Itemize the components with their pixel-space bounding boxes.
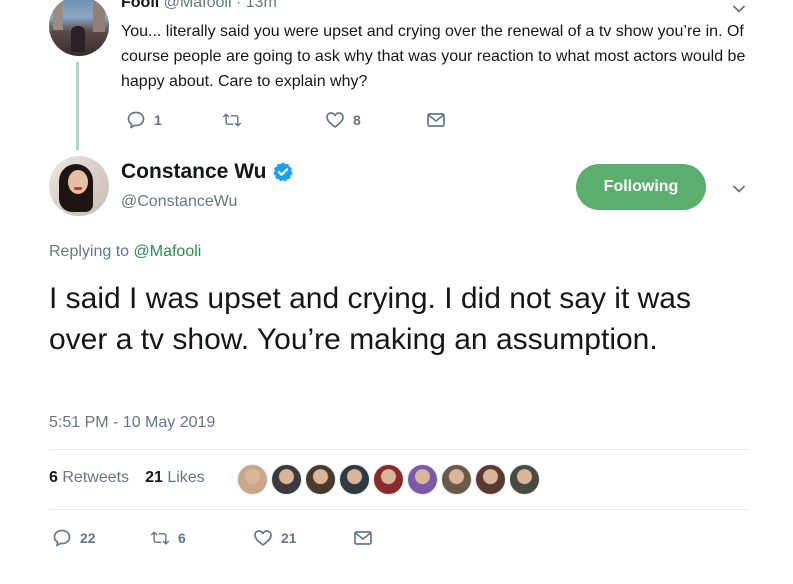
parent-reply-count: 1 bbox=[154, 112, 162, 128]
tweet-text: I said I was upset and crying. I did not… bbox=[49, 282, 691, 356]
liker-avatars bbox=[237, 464, 540, 495]
liker-avatar-3[interactable] bbox=[305, 464, 336, 495]
retweets-stat-label: Retweets bbox=[62, 469, 130, 486]
chevron-down-icon[interactable] bbox=[732, 182, 746, 196]
dm-button[interactable] bbox=[353, 528, 373, 548]
chevron-down-icon[interactable] bbox=[732, 2, 746, 16]
retweet-count: 6 bbox=[178, 530, 186, 546]
liker-avatar-2[interactable] bbox=[271, 464, 302, 495]
liker-avatar-9[interactable] bbox=[509, 464, 540, 495]
tweet-timestamp[interactable]: 5:51 PM - 10 May 2019 bbox=[49, 414, 215, 432]
like-count: 21 bbox=[281, 530, 297, 546]
liker-avatar-4[interactable] bbox=[339, 464, 370, 495]
liker-avatar-1[interactable] bbox=[237, 464, 268, 495]
likes-stat-count: 21 bbox=[145, 469, 163, 486]
retweet-icon bbox=[150, 531, 170, 545]
verified-badge-icon bbox=[273, 162, 294, 182]
parent-like-button[interactable]: 8 bbox=[325, 110, 361, 130]
retweet-button[interactable]: 6 bbox=[150, 528, 186, 548]
retweets-stat[interactable]: 6 Retweets bbox=[49, 469, 129, 487]
parent-avatar[interactable] bbox=[49, 0, 109, 56]
author-avatar[interactable] bbox=[49, 156, 109, 216]
thread-line bbox=[76, 62, 79, 150]
likes-stat[interactable]: 21 Likes bbox=[145, 469, 205, 487]
likes-stat-label: Likes bbox=[167, 469, 205, 486]
reply-button[interactable]: 22 bbox=[52, 528, 96, 548]
tweet-stats: 6 Retweets 21 Likes bbox=[49, 469, 205, 487]
envelope-icon bbox=[427, 113, 445, 127]
parent-author[interactable]: Fooli @Mafooli · 13m bbox=[121, 0, 277, 12]
author-name[interactable]: Constance Wu bbox=[121, 160, 266, 184]
divider bbox=[49, 509, 749, 510]
liker-avatar-8[interactable] bbox=[475, 464, 506, 495]
replying-to-handle-link[interactable]: @Mafooli bbox=[134, 243, 202, 260]
author-handle[interactable]: @ConstanceWu bbox=[121, 193, 237, 211]
liker-avatar-7[interactable] bbox=[441, 464, 472, 495]
divider bbox=[49, 449, 749, 450]
parent-time[interactable]: · 13m bbox=[236, 0, 277, 11]
heart-icon bbox=[254, 530, 272, 546]
parent-tweet-text: You... literally said you were upset and… bbox=[121, 23, 746, 90]
reply-count: 22 bbox=[80, 530, 96, 546]
replying-to: Replying to @Mafooli bbox=[49, 243, 201, 261]
like-button[interactable]: 21 bbox=[253, 528, 297, 548]
retweet-icon bbox=[222, 113, 242, 127]
parent-retweet-button[interactable] bbox=[222, 110, 250, 130]
liker-avatar-6[interactable] bbox=[407, 464, 438, 495]
following-button[interactable]: Following bbox=[576, 164, 706, 210]
replying-to-label: Replying to bbox=[49, 243, 134, 260]
author-name-row[interactable]: Constance Wu bbox=[121, 160, 294, 184]
liker-avatar-5[interactable] bbox=[373, 464, 404, 495]
envelope-icon bbox=[354, 531, 372, 545]
reply-icon bbox=[127, 111, 145, 129]
parent-reply-button[interactable]: 1 bbox=[126, 110, 162, 130]
retweets-stat-count: 6 bbox=[49, 469, 58, 486]
parent-like-count: 8 bbox=[353, 112, 361, 128]
parent-author-name[interactable]: Fooli bbox=[121, 0, 159, 11]
heart-icon bbox=[326, 112, 344, 128]
reply-icon bbox=[53, 529, 71, 547]
parent-dm-button[interactable] bbox=[426, 110, 446, 130]
parent-author-handle[interactable]: @Mafooli bbox=[164, 0, 232, 11]
